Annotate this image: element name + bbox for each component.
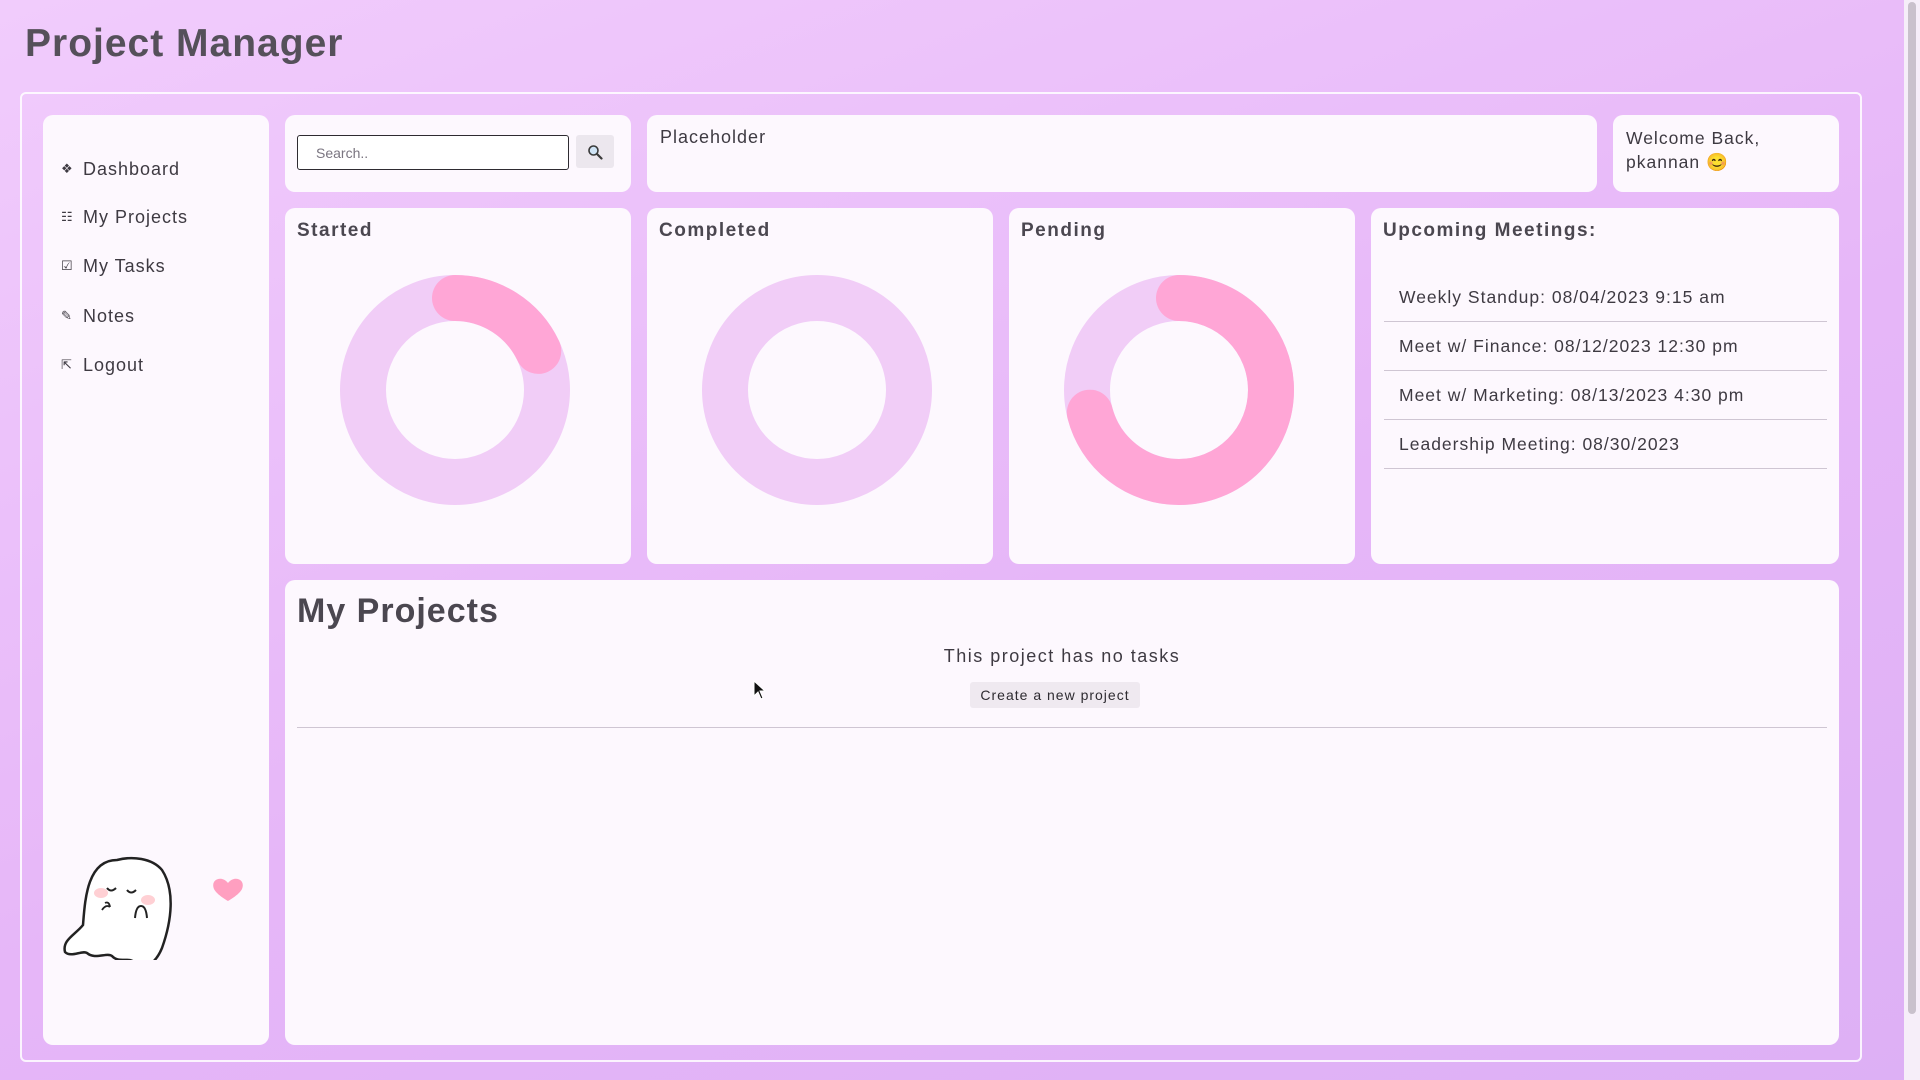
dashboard-icon: ❖ <box>61 161 74 176</box>
projects-icon: ☷ <box>61 209 74 224</box>
sidebar: ❖ Dashboard ☷ My Projects ☑ My Tasks ✎ N… <box>43 115 269 1045</box>
ghost-illustration <box>63 856 243 960</box>
heart-icon <box>213 878 243 901</box>
pending-card: Pending <box>1009 208 1355 564</box>
meetings-title: Upcoming Meetings: <box>1383 220 1597 241</box>
completed-donut-chart <box>702 275 932 505</box>
pencil-icon: ✎ <box>61 308 73 323</box>
placeholder-text: Placeholder <box>660 127 767 147</box>
sidebar-item-my-tasks[interactable]: ☑ My Tasks <box>61 241 188 291</box>
search-input[interactable] <box>297 135 569 170</box>
search-button[interactable] <box>576 135 614 168</box>
welcome-panel: Welcome Back, pkannan 😊 <box>1613 115 1839 192</box>
projects-title: My Projects <box>297 592 499 630</box>
sidebar-nav: ❖ Dashboard ☷ My Projects ☑ My Tasks ✎ N… <box>61 145 188 389</box>
sidebar-item-dashboard[interactable]: ❖ Dashboard <box>61 145 188 193</box>
welcome-line: Welcome Back, <box>1626 128 1761 148</box>
search-card <box>285 115 631 192</box>
scrollbar-thumb[interactable] <box>1908 2 1916 1014</box>
stat-title: Pending <box>1021 220 1107 241</box>
completed-card: Completed <box>647 208 993 564</box>
sidebar-item-notes[interactable]: ✎ Notes <box>61 291 188 341</box>
divider <box>297 727 1827 728</box>
meeting-item[interactable]: Leadership Meeting: 08/30/2023 <box>1384 420 1827 469</box>
sidebar-item-label: Logout <box>83 354 145 375</box>
mouse-cursor-icon <box>753 680 767 700</box>
tasks-checkbox-icon: ☑ <box>61 258 74 273</box>
meetings-list: Weekly Standup: 08/04/2023 9:15 am Meet … <box>1384 273 1827 469</box>
create-project-button[interactable]: Create a new project <box>970 682 1140 708</box>
sidebar-item-logout[interactable]: ⇱ Logout <box>61 341 188 389</box>
welcome-message: Welcome Back, pkannan 😊 <box>1626 126 1760 174</box>
app-title: Project Manager <box>25 22 344 65</box>
stat-title: Completed <box>659 220 771 241</box>
started-card: Started <box>285 208 631 564</box>
empty-state-message: This project has no tasks <box>943 646 1181 666</box>
search-icon <box>588 144 603 160</box>
sidebar-item-label: My Projects <box>83 206 189 227</box>
meeting-item[interactable]: Meet w/ Marketing: 08/13/2023 4:30 pm <box>1384 371 1827 420</box>
upcoming-meetings-card: Upcoming Meetings: Weekly Standup: 08/04… <box>1371 208 1839 564</box>
started-donut-chart <box>340 275 570 505</box>
placeholder-panel: Placeholder <box>647 115 1597 192</box>
stat-title: Started <box>297 220 373 241</box>
sidebar-item-label: Notes <box>83 305 136 326</box>
sidebar-item-label: My Tasks <box>83 255 166 276</box>
username: pkannan 😊 <box>1626 152 1729 172</box>
sidebar-item-my-projects[interactable]: ☷ My Projects <box>61 193 188 241</box>
pending-donut-chart <box>1064 275 1294 505</box>
my-projects-panel: My Projects This project has no tasks Cr… <box>285 580 1839 1045</box>
logout-arrow-icon: ⇱ <box>61 357 73 372</box>
sidebar-item-label: Dashboard <box>83 158 181 179</box>
meeting-item[interactable]: Weekly Standup: 08/04/2023 9:15 am <box>1384 273 1827 322</box>
page-scrollbar[interactable] <box>1904 0 1920 1080</box>
meeting-item[interactable]: Meet w/ Finance: 08/12/2023 12:30 pm <box>1384 322 1827 371</box>
